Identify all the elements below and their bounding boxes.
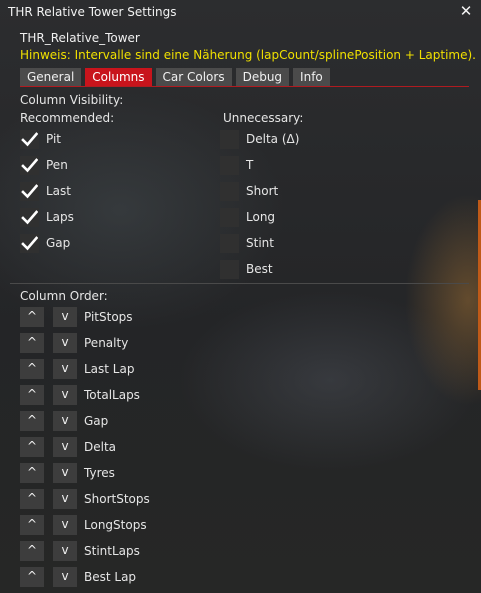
move-up-button[interactable]: ^ — [20, 411, 44, 431]
column-name: Best Lap — [84, 570, 137, 584]
checkbox[interactable] — [220, 234, 239, 253]
checkmark-icon — [21, 210, 38, 225]
checkbox-label: Last — [46, 184, 71, 198]
section-divider — [10, 283, 469, 284]
move-up-button[interactable]: ^ — [20, 437, 44, 457]
move-down-button[interactable]: v — [53, 411, 77, 431]
checkbox-label: Pit — [46, 132, 62, 146]
tab-car-colors[interactable]: Car Colors — [155, 68, 232, 86]
tab-debug[interactable]: Debug — [235, 68, 290, 86]
move-up-button[interactable]: ^ — [20, 463, 44, 483]
checkbox-label: Gap — [46, 236, 71, 250]
column-name: ShortStops — [84, 492, 150, 506]
checkbox-label: T — [246, 158, 254, 172]
checkbox[interactable] — [20, 130, 39, 149]
checkbox-label: Best — [246, 262, 273, 276]
move-down-button[interactable]: v — [53, 359, 77, 379]
checkbox[interactable] — [20, 234, 39, 253]
checkbox[interactable] — [220, 260, 239, 279]
move-up-button[interactable]: ^ — [20, 515, 44, 535]
move-up-button[interactable]: ^ — [20, 567, 44, 587]
column-name: Penalty — [84, 336, 129, 350]
move-down-button[interactable]: v — [53, 515, 77, 535]
move-up-button[interactable]: ^ — [20, 541, 44, 561]
column-name: Tyres — [84, 466, 115, 480]
checkbox[interactable] — [220, 156, 239, 175]
move-up-button[interactable]: ^ — [20, 385, 44, 405]
column-name: TotalLaps — [84, 388, 140, 402]
checkmark-icon — [21, 236, 38, 251]
move-down-button[interactable]: v — [53, 541, 77, 561]
move-down-button[interactable]: v — [53, 463, 77, 483]
recommended-heading: Recommended: — [20, 111, 115, 125]
hint-text: Hinweis: Intervalle sind eine Näherung (… — [20, 48, 476, 62]
close-icon[interactable]: ✕ — [457, 2, 475, 20]
checkbox-label: Long — [246, 210, 276, 224]
column-name: LongStops — [84, 518, 147, 532]
checkbox[interactable] — [220, 182, 239, 201]
move-down-button[interactable]: v — [53, 385, 77, 405]
window-title: THR Relative Tower Settings — [8, 5, 177, 19]
unnecessary-heading: Unnecessary: — [223, 111, 304, 125]
move-down-button[interactable]: v — [53, 333, 77, 353]
move-up-button[interactable]: ^ — [20, 307, 44, 327]
column-name: Delta — [84, 440, 117, 454]
move-up-button[interactable]: ^ — [20, 333, 44, 353]
checkmark-icon — [21, 184, 38, 199]
column-name: Last Lap — [84, 362, 135, 376]
checkmark-icon — [21, 158, 38, 173]
checkmark-icon — [21, 132, 38, 147]
column-name: Gap — [84, 414, 109, 428]
column-visibility-heading: Column Visibility: — [20, 93, 124, 107]
checkbox[interactable] — [220, 130, 239, 149]
checkbox-label: Delta (Δ) — [246, 132, 300, 146]
checkbox-label: Stint — [246, 236, 274, 250]
tab-columns[interactable]: Columns — [85, 68, 152, 86]
tab-general[interactable]: General — [20, 68, 82, 86]
move-down-button[interactable]: v — [53, 489, 77, 509]
move-down-button[interactable]: v — [53, 307, 77, 327]
move-up-button[interactable]: ^ — [20, 359, 44, 379]
checkbox-label: Short — [246, 184, 279, 198]
checkbox[interactable] — [20, 182, 39, 201]
column-order-heading: Column Order: — [20, 289, 108, 303]
move-up-button[interactable]: ^ — [20, 489, 44, 509]
move-down-button[interactable]: v — [53, 567, 77, 587]
app-name: THR_Relative_Tower — [20, 31, 140, 45]
checkbox[interactable] — [220, 208, 239, 227]
tab-underline — [20, 86, 469, 87]
column-name: StintLaps — [84, 544, 140, 558]
tab-info[interactable]: Info — [293, 68, 330, 86]
checkbox-label: Laps — [46, 210, 74, 224]
checkbox[interactable] — [20, 208, 39, 227]
title-bar: THR Relative Tower Settings ✕ — [0, 0, 481, 24]
checkbox-label: Pen — [46, 158, 68, 172]
checkbox[interactable] — [20, 156, 39, 175]
move-down-button[interactable]: v — [53, 437, 77, 457]
column-name: PitStops — [84, 310, 133, 324]
tab-bar: General Columns Car Colors Debug Info — [20, 68, 334, 86]
